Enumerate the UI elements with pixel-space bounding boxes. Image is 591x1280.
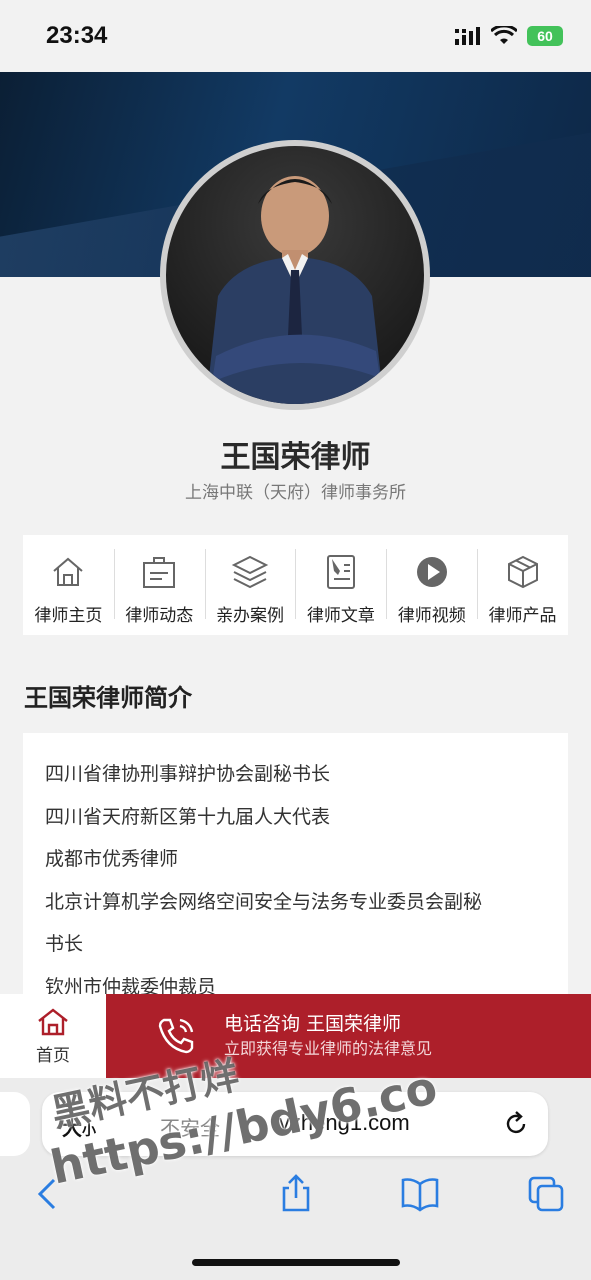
law-firm-name: 上海中联（天府）律师事务所 bbox=[185, 483, 406, 503]
layers-icon bbox=[231, 555, 269, 589]
nav-lawyer-home[interactable]: 律师主页 bbox=[23, 535, 114, 635]
lawyer-portrait-image bbox=[206, 176, 384, 404]
previous-tab-pill[interactable] bbox=[0, 1092, 30, 1156]
url-text: lvzheng1.com bbox=[274, 1110, 410, 1135]
intro-card: 四川省律协刑事辩护协会副秘书长 四川省天府新区第十九届人大代表 成都市优秀律师 … bbox=[23, 733, 568, 1013]
nav-label: 律师文章 bbox=[306, 606, 375, 626]
back-icon[interactable] bbox=[28, 1174, 68, 1214]
reload-icon[interactable] bbox=[502, 1110, 530, 1138]
nav-cases[interactable]: 亲办案例 bbox=[204, 535, 296, 635]
cellular-signal-icon bbox=[455, 27, 480, 45]
share-icon[interactable] bbox=[276, 1174, 316, 1214]
intro-line: 四川省天府新区第十九届人大代表 bbox=[45, 805, 331, 828]
intro-line: 成都市优秀律师 bbox=[45, 848, 179, 870]
box-icon bbox=[507, 555, 538, 589]
phone-consult-button[interactable]: 电话咨询 王国荣律师 立即获得专业律师的法律意见 bbox=[106, 994, 591, 1078]
browser-toolbar bbox=[0, 1174, 591, 1222]
home-indicator bbox=[192, 1259, 400, 1266]
status-icons: 60 bbox=[455, 26, 563, 46]
intro-line: 书长 bbox=[45, 933, 84, 955]
wifi-icon bbox=[491, 26, 517, 44]
lawyer-nav: 律师主页 律师动态 亲办案例 律师文章 律师视频 律师产品 bbox=[23, 535, 568, 635]
intro-line: 四川省律协刑事辩护协会副秘书长 bbox=[45, 763, 331, 785]
nav-products[interactable]: 律师产品 bbox=[477, 535, 568, 635]
text-size-button[interactable]: 大小 bbox=[62, 1112, 96, 1141]
nav-label: 亲办案例 bbox=[216, 606, 285, 626]
text-size-large-label: 大 bbox=[62, 1116, 82, 1140]
text-size-small-label: 小 bbox=[82, 1123, 96, 1139]
document-pen-icon bbox=[326, 555, 355, 589]
nav-label: 律师产品 bbox=[488, 606, 557, 626]
nav-articles[interactable]: 律师文章 bbox=[295, 535, 386, 635]
consult-subtitle: 立即获得专业律师的法律意见 bbox=[224, 1039, 433, 1058]
play-icon bbox=[416, 557, 447, 587]
news-icon bbox=[143, 557, 176, 588]
battery-icon: 60 bbox=[527, 26, 563, 46]
intro-line: 北京计算机学会网络空间安全与法务专业委员会副秘 bbox=[45, 890, 483, 913]
address-bar[interactable]: 大小 不安全 lvzheng1.com bbox=[42, 1092, 548, 1156]
lawyer-name: 王国荣律师 bbox=[220, 440, 371, 475]
home-icon bbox=[53, 557, 84, 586]
consult-title: 电话咨询 王国荣律师 bbox=[224, 1013, 402, 1035]
status-bar: 23:34 60 bbox=[0, 0, 591, 72]
home-tab-button[interactable]: 首页 bbox=[0, 994, 106, 1078]
bottom-action-bar: 首页 电话咨询 王国荣律师 立即获得专业律师的法律意见 bbox=[0, 994, 591, 1078]
lawyer-avatar bbox=[160, 140, 430, 410]
home-tab-label: 首页 bbox=[36, 1045, 70, 1066]
tabs-icon[interactable] bbox=[526, 1174, 566, 1214]
nav-lawyer-news[interactable]: 律师动态 bbox=[113, 535, 205, 635]
browser-chrome: 大小 不安全 lvzheng1.com bbox=[0, 1078, 591, 1280]
home-icon bbox=[38, 1007, 68, 1035]
intro-heading: 王国荣律师简介 bbox=[24, 684, 192, 712]
nav-label: 律师动态 bbox=[125, 606, 194, 626]
nav-label: 律师视频 bbox=[397, 606, 466, 626]
not-secure-label: 不安全 bbox=[160, 1116, 220, 1140]
nav-label: 律师主页 bbox=[34, 606, 103, 626]
bookmarks-icon[interactable] bbox=[400, 1174, 440, 1214]
phone-icon bbox=[158, 1018, 194, 1054]
nav-videos[interactable]: 律师视频 bbox=[386, 535, 477, 635]
status-time: 23:34 bbox=[46, 22, 108, 49]
